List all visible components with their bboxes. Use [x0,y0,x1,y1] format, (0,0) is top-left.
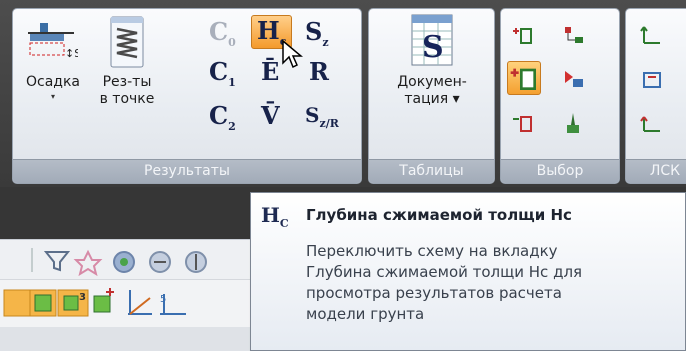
tooltip-line: просмотра результатов расчета [306,284,562,302]
group-tables: S Докумен- тация ▾ Таблицы [368,8,495,184]
results-at-point-label-2: в точке [99,91,155,107]
select-active-button[interactable] [507,61,541,95]
szr-button[interactable]: Sz/R [305,103,339,130]
select-subtract-icon[interactable] [511,111,535,135]
group-results-caption: Результаты [13,159,361,183]
lsk-box-icon[interactable] [640,67,664,91]
select-brush-icon[interactable] [561,111,585,135]
ribbon: ↕S Осадка ▾ Рез-ты в точке C0 C1 C2 Hc Ē… [0,0,686,187]
group-results: ↕S Осадка ▾ Рез-ты в точке C0 C1 C2 Hc Ē… [12,8,362,184]
r-button[interactable]: R [309,57,329,86]
group-tables-caption: Таблицы [369,159,494,183]
group-selection-caption: Выбор [501,159,619,183]
svg-text:S: S [422,30,444,65]
tooltip-title: Глубина сжимаемой толщи Нс [306,206,572,224]
toolbar-filters [0,239,250,279]
lsk-rotate-icon[interactable] [640,111,664,135]
table-s-icon: S [411,14,453,66]
settlement-icon: ↕S [28,23,81,60]
c2-button[interactable]: C2 [209,101,236,133]
spring-window-icon [110,16,144,68]
toolbar-elements: 3 5 [0,279,250,327]
select-element-icon [510,68,536,90]
bottom-strip [0,327,250,351]
element-toolbar-icons: 3 5 [3,288,186,317]
tooltip-line: Переключить схему на вкладку [306,242,558,260]
svg-text:↕S: ↕S [65,47,78,60]
select-node-icon[interactable] [561,23,585,47]
osadka-button[interactable]: ↕S Осадка ▾ [17,9,89,103]
group-lsk: ЛСК [625,8,686,184]
documentation-label-1: Докумен- [397,74,467,90]
documentation-label-2: тация ▾ [404,91,460,107]
osadka-label: Осадка [25,74,80,90]
documentation-button[interactable]: S Докумен- тация ▾ [373,9,491,108]
tooltip-description: Переключить схему на вкладку Глубина сжи… [306,241,676,325]
chevron-down-icon: ▾ [50,92,55,101]
tooltip: HC Глубина сжимаемой толщи Нс Переключит… [250,192,686,351]
sz-button[interactable]: Sz [305,17,329,49]
tooltip-line: Глубина сжимаемой толщи Нс для [306,263,583,281]
select-add-icon[interactable] [511,23,535,47]
select-remove-icon[interactable] [561,67,585,91]
results-at-point-label-1: Рез-ты [102,74,152,90]
hc-icon: HC [261,203,289,230]
lsk-axes-icon[interactable] [640,23,664,47]
tooltip-line: модели грунта [306,305,425,323]
group-selection: Выбор [500,8,620,184]
mouse-cursor-icon [282,39,303,69]
group-lsk-caption: ЛСК [626,159,686,183]
c1-button[interactable]: C1 [209,57,236,89]
v-button[interactable]: V̄ [261,101,280,130]
filter-toolbar-icons [31,248,207,277]
results-at-point-button[interactable]: Рез-ты в точке [89,9,165,108]
c0-button[interactable]: C0 [209,17,236,49]
svg-text:3: 3 [79,292,86,303]
e-button[interactable]: Ē [261,57,279,86]
